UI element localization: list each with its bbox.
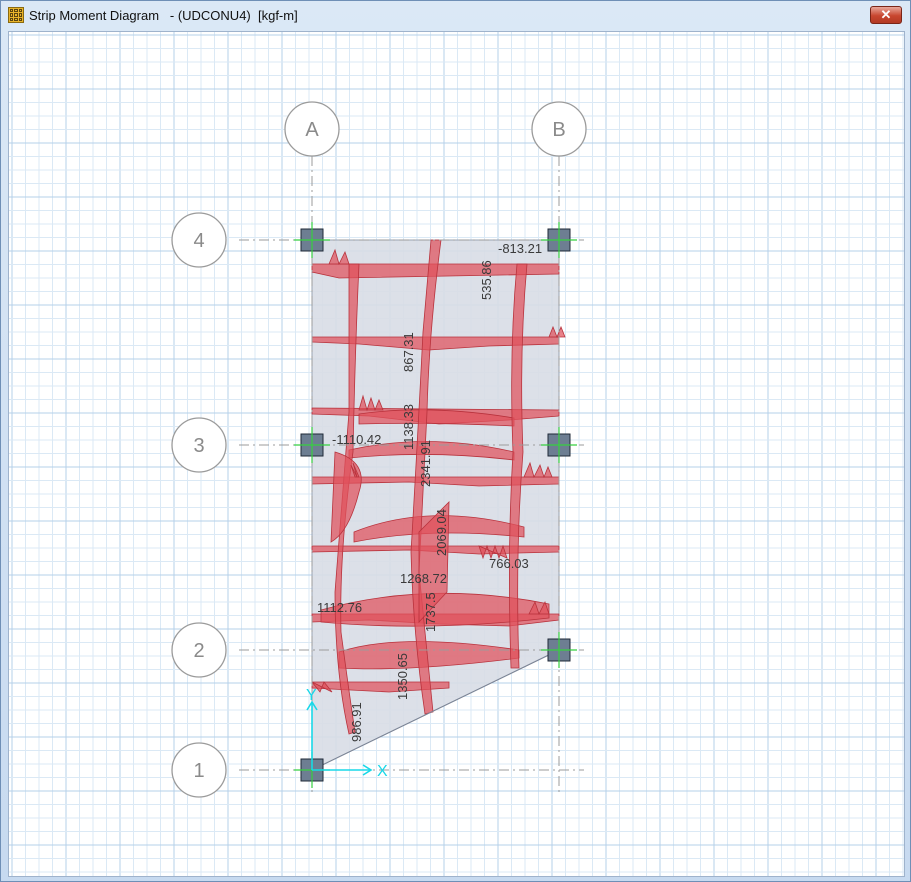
grid-bubble-4: 4: [171, 212, 227, 268]
title-bar[interactable]: Strip Moment Diagram - (UDCONU4) [kgf-m]…: [1, 1, 910, 29]
grid-bubble-A: A: [284, 101, 340, 157]
moment-label: 1112.76: [317, 600, 362, 615]
close-button[interactable]: ✕: [870, 6, 902, 24]
strip-moment-window: Strip Moment Diagram - (UDCONU4) [kgf-m]…: [0, 0, 911, 882]
moment-label: 1350.65: [395, 653, 410, 700]
moment-label: 535.86: [479, 260, 494, 300]
moment-label: -813.21: [498, 241, 542, 256]
svg-text:A: A: [305, 119, 319, 141]
moment-label: 867.31: [401, 332, 416, 372]
moment-label: 986.91: [349, 702, 364, 742]
moment-label: 1138.33: [401, 404, 416, 450]
app-icon: [8, 7, 24, 23]
moment-label: -1110.42: [332, 432, 381, 447]
grid-bubble-B: B: [531, 101, 587, 157]
diagram-canvas[interactable]: A B 4 3 2 1 X Y -813.21 535.86 867.31 -1…: [8, 31, 905, 877]
moment-label: 2069.04: [434, 509, 449, 556]
moment-label: 1737.5: [423, 592, 438, 632]
svg-text:3: 3: [193, 435, 204, 457]
window-title: Strip Moment Diagram - (UDCONU4) [kgf-m]: [29, 7, 298, 23]
svg-text:2: 2: [193, 640, 204, 662]
grid-bubble-1: 1: [171, 742, 227, 798]
moment-label: 1268.72: [400, 571, 447, 586]
svg-text:B: B: [552, 119, 565, 141]
moment-label: 2341.91: [418, 440, 433, 487]
svg-text:4: 4: [193, 230, 204, 252]
y-axis-label: Y: [306, 687, 317, 704]
svg-text:1: 1: [193, 760, 204, 782]
grid-bubble-3: 3: [171, 417, 227, 473]
grid-bubble-2: 2: [171, 622, 227, 678]
diagram-svg[interactable]: A B 4 3 2 1 X Y -813.21 535.86 867.31 -1…: [9, 32, 905, 877]
moment-label: 766.03: [489, 556, 529, 571]
x-axis-label: X: [377, 763, 388, 780]
